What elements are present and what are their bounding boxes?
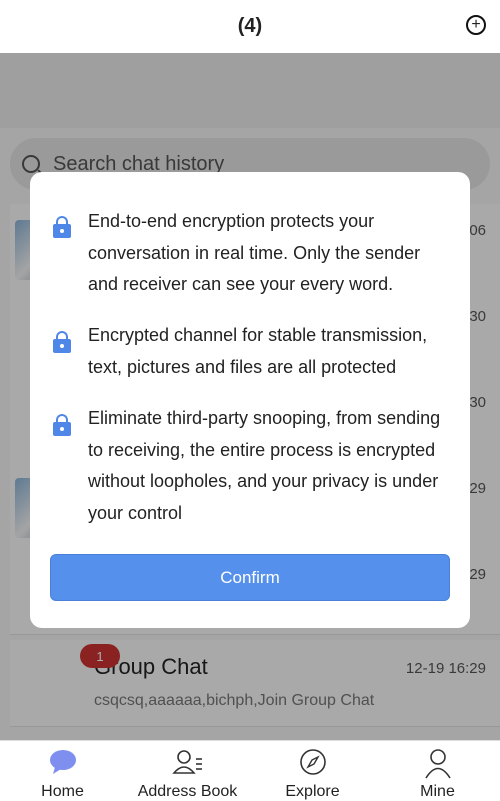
confirm-button[interactable]: Confirm (50, 554, 450, 601)
top-bar: (4) + (0, 0, 500, 53)
person-icon (424, 749, 451, 779)
tab-explore[interactable]: Explore (250, 741, 375, 800)
encryption-item: Encrypted channel for stable transmissio… (88, 325, 428, 377)
encryption-dialog: End-to-end encryption protects your conv… (30, 172, 470, 628)
encryption-item: Eliminate third-party snooping, from sen… (88, 408, 441, 523)
add-icon[interactable]: + (466, 15, 486, 35)
bottom-tab-bar: Home Address Book Explore Mine (0, 740, 500, 800)
tab-label: Mine (420, 783, 455, 800)
page-title: (4) (237, 15, 263, 37)
contacts-icon (171, 750, 202, 774)
lock-icon (53, 414, 71, 436)
tab-address-book[interactable]: Address Book (125, 741, 250, 800)
lock-icon (53, 216, 71, 238)
compass-icon (299, 749, 326, 775)
tab-label: Address Book (137, 783, 238, 800)
tab-label: Home (41, 783, 84, 800)
lock-icon (53, 331, 71, 353)
tab-mine[interactable]: Mine (375, 741, 500, 800)
chat-bubble-icon (49, 750, 76, 774)
tab-label: Explore (285, 783, 340, 800)
encryption-item: End-to-end encryption protects your conv… (88, 211, 421, 294)
tab-home[interactable]: Home (0, 741, 125, 800)
